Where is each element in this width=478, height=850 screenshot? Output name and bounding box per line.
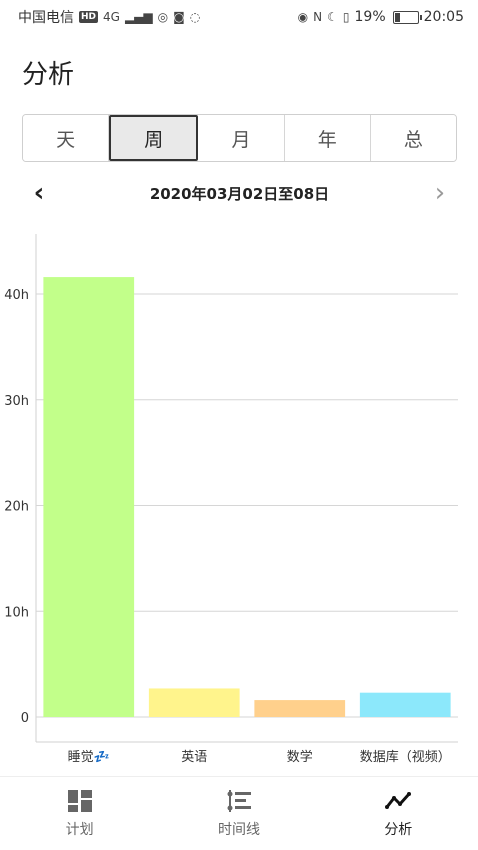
clock-time: 20:05 xyxy=(423,9,464,25)
bar xyxy=(254,700,346,717)
y-tick-label: 0 xyxy=(21,711,29,726)
bar-chart: 0 10h 20h 30h 40h 睡觉💤 英语 数学 数据库（视频） xyxy=(0,226,478,771)
wifi-icon: ◎ xyxy=(157,10,169,24)
shield-app-icon: ◙ xyxy=(173,10,185,24)
hotspot-icon: ◌ xyxy=(189,10,201,24)
moon-icon: ☾ xyxy=(327,10,338,24)
bar xyxy=(43,277,135,717)
y-tick-label: 40h xyxy=(4,288,29,303)
x-tick-label: 英语 xyxy=(181,750,207,765)
chart-svg: 0 10h 20h 30h 40h 睡觉💤 英语 数学 数据库（视频） xyxy=(4,234,458,765)
bar xyxy=(359,692,451,717)
date-range-label: 2020年03月02日至08日 xyxy=(149,184,330,203)
chevron-right-icon[interactable]: › xyxy=(423,176,457,210)
tab-week[interactable]: 周 xyxy=(109,115,199,161)
x-tick-label: 数据库（视频） xyxy=(360,749,451,765)
x-tick-label: 睡觉💤 xyxy=(68,750,110,765)
battery-percent: 19% xyxy=(354,9,386,25)
signal-icon: ▂▄▆ xyxy=(124,10,153,24)
status-left: 中国电信 HD 4G ▂▄▆ ◎ ◙ ◌ xyxy=(18,7,200,27)
y-tick-label: 30h xyxy=(4,394,29,409)
date-navigation: ‹ 2020年03月02日至08日 › xyxy=(22,176,457,210)
chevron-left-icon[interactable]: ‹ xyxy=(22,176,56,210)
nav-label-analytics: 分析 xyxy=(384,821,413,838)
nav-item-analytics[interactable]: 分析 xyxy=(319,777,478,850)
period-tabs: 天 周 月 年 总 xyxy=(22,114,457,162)
tab-total[interactable]: 总 xyxy=(370,115,456,161)
status-bar: 中国电信 HD 4G ▂▄▆ ◎ ◙ ◌ ◉ N ☾ ▯ 19% 20:05 xyxy=(0,0,478,34)
eye-comfort-icon: ◉ xyxy=(297,10,309,24)
vibrate-icon: ▯ xyxy=(342,10,350,24)
bottom-navigation: 计划 时间线 分析 xyxy=(0,776,478,850)
carrier-name: 中国电信 xyxy=(18,10,74,26)
timeline-icon xyxy=(227,789,251,812)
tab-month[interactable]: 月 xyxy=(198,115,285,161)
y-tick-label: 10h xyxy=(4,605,29,620)
nav-item-plan[interactable]: 计划 xyxy=(0,777,159,850)
battery-icon xyxy=(392,10,422,24)
x-tick-label: 数学 xyxy=(287,749,313,765)
dashboard-icon xyxy=(67,789,92,812)
status-right: ◉ N ☾ ▯ 19% 20:05 xyxy=(298,9,464,25)
y-tick-label: 20h xyxy=(4,500,29,515)
nav-item-timeline[interactable]: 时间线 xyxy=(159,777,318,850)
bar xyxy=(148,688,240,717)
network-type: 4G xyxy=(103,10,120,24)
hd-badge-icon: HD xyxy=(79,11,99,23)
nfc-icon: N xyxy=(313,10,323,24)
page-title: 分析 xyxy=(22,60,75,90)
tab-year[interactable]: 年 xyxy=(284,115,371,161)
nav-label-plan: 计划 xyxy=(65,821,94,838)
tab-day[interactable]: 天 xyxy=(23,115,110,161)
analytics-icon xyxy=(385,791,412,809)
nav-label-timeline: 时间线 xyxy=(217,821,260,838)
